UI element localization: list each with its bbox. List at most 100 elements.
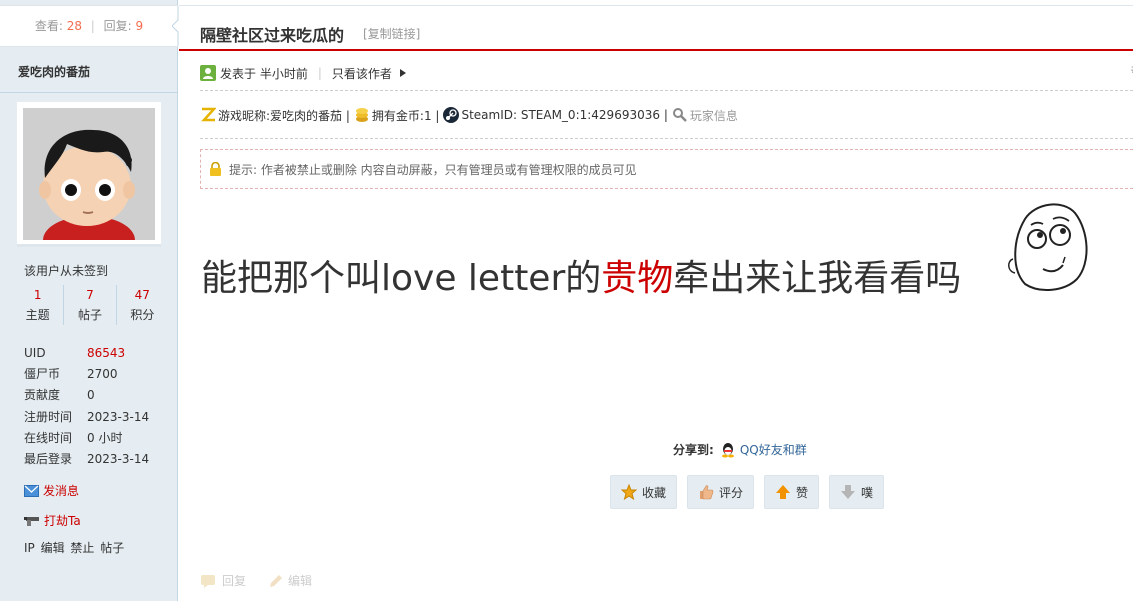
mail-icon (24, 485, 39, 497)
share-bar: 分享到: QQ好友和群 (673, 441, 807, 458)
count-value[interactable]: 7 (64, 285, 115, 305)
author-only-link[interactable]: 只看该作者 (332, 65, 392, 82)
lock-icon (210, 162, 221, 176)
favorite-button[interactable]: 收藏 (610, 475, 677, 509)
info-row-register: 注册时间 2023-3-14 (24, 407, 174, 428)
admin-links[interactable]: IP 编辑 禁止 帖子 (24, 539, 124, 556)
send-message-label[interactable]: 发消息 (43, 484, 79, 498)
post-main: 隔壁社区过来吃瓜的 [复制链接] 发表于 半小时前 | 只看该作者 # 游戏昵称… (179, 0, 1133, 601)
rate-label[interactable]: 评分 (719, 484, 743, 501)
count-threads[interactable]: 1 主题 (12, 285, 65, 325)
info-key: 最后登录 (24, 451, 73, 466)
copy-link-button[interactable]: [复制链接] (363, 25, 420, 42)
count-value[interactable]: 1 (12, 285, 63, 305)
info-key: UID (24, 346, 46, 360)
info-value: 2700 (87, 367, 118, 382)
pencil-icon (270, 574, 283, 587)
gold-coins-icon (355, 108, 368, 122)
avatar-frame[interactable] (17, 102, 161, 247)
thumbs-up-icon (700, 485, 714, 500)
replies-label: 回复: (103, 19, 132, 33)
author-counts: 1 主题 7 帖子 47 积分 (12, 285, 168, 325)
info-value: 0 (87, 388, 95, 403)
rate-button[interactable]: 评分 (687, 475, 754, 509)
edit-link[interactable]: 编辑 (288, 572, 312, 589)
count-value[interactable]: 47 (117, 285, 168, 305)
post-actions: 收藏 评分 赞 噗 (610, 475, 885, 509)
content-text-before: 能把那个叫love letter的 (201, 258, 602, 299)
game-info-bar: 游戏昵称:爱吃肉的番茄 | 拥有金币:1 | SteamID: STEAM_0:… (200, 103, 738, 127)
info-value: 2023-3-14 (87, 451, 150, 466)
player-info-link[interactable]: 玩家信息 (690, 107, 738, 124)
share-label: 分享到: (673, 443, 714, 457)
arrow-down-icon (841, 485, 856, 499)
author-info-list: UID 86543 僵尸币 2700 贡献度 0 注册时间 2023-3-14 … (24, 343, 174, 470)
posted-time: 半小时前 (259, 66, 308, 81)
hit-ta-label[interactable]: 打劫Ta (44, 514, 81, 528)
qq-icon (721, 442, 734, 457)
gun-icon (24, 517, 39, 526)
send-message-link[interactable]: 发消息 (24, 482, 79, 499)
dashed-divider (200, 138, 1133, 139)
share-qq-link[interactable]: QQ好友和群 (740, 441, 807, 458)
author-sidebar: 查看: 28 | 回复: 9 爱吃肉的番茄 该用户从未签到 1 主题 7 帖子 … (0, 0, 178, 601)
content-highlight: 贵物 (601, 258, 674, 299)
info-key: 贡献度 (24, 388, 61, 403)
views-label: 查看: (34, 19, 63, 33)
dashed-divider (200, 90, 1133, 91)
info-row-coins: 僵尸币 2700 (24, 364, 174, 385)
info-row-contribution: 贡献度 0 (24, 385, 174, 406)
info-value: 0 小时 (87, 430, 123, 445)
info-row-last-login: 最后登录 2023-3-14 (24, 449, 174, 470)
info-key: 在线时间 (24, 430, 73, 445)
checkin-status: 该用户从未签到 (24, 264, 109, 278)
sidebar-divider (0, 92, 178, 93)
count-points[interactable]: 47 积分 (117, 285, 168, 325)
blocked-notice: 提示: 作者被禁止或删除 内容自动屏蔽，只有管理员或有管理权限的成员可见 (200, 149, 1133, 189)
z-icon (201, 107, 216, 122)
reply-link[interactable]: 回复 (222, 572, 246, 589)
count-posts[interactable]: 7 帖子 (64, 285, 117, 325)
content-text-after: 牵出来让我看看吗 (673, 258, 962, 299)
info-value[interactable]: 86543 (87, 343, 125, 364)
info-key: 注册时间 (24, 409, 73, 424)
like-button[interactable]: 赞 (764, 475, 820, 509)
post-content: 能把那个叫love letter的贵物牵出来让我看看吗 (201, 249, 961, 301)
notice-text: 提示: 作者被禁止或删除 内容自动屏蔽，只有管理员或有管理权限的成员可见 (229, 162, 637, 177)
steam-icon (443, 107, 460, 123)
avatar[interactable] (23, 108, 155, 240)
arrow-right-icon (399, 69, 406, 77)
info-row-online: 在线时间 0 小时 (24, 428, 174, 449)
info-value: 2023-3-14 (87, 409, 150, 424)
game-nickname: 游戏昵称:爱吃肉的番茄 | (218, 108, 350, 123)
views-count: 28 (66, 19, 82, 33)
count-label[interactable]: 主题 (12, 305, 63, 325)
thread-stats: 查看: 28 | 回复: 9 (0, 5, 178, 47)
rage-face-meme-image (1008, 203, 1088, 291)
online-user-icon (200, 65, 216, 81)
replies-count: 9 (135, 19, 144, 33)
info-row-uid: UID 86543 (24, 343, 174, 364)
post-footer-actions: 回复 编辑 (200, 572, 312, 589)
posted-prefix: 发表于 (220, 66, 257, 81)
steam-id: SteamID: STEAM_0:1:429693036 | (461, 108, 668, 122)
thread-title-bar: 隔壁社区过来吃瓜的 [复制链接] (179, 5, 1133, 51)
search-icon (672, 108, 687, 122)
like-label[interactable]: 赞 (796, 484, 808, 501)
meta-divider: | (317, 66, 322, 80)
info-key: 僵尸币 (24, 367, 61, 382)
stats-divider: | (90, 19, 95, 33)
author-username[interactable]: 爱吃肉的番茄 (18, 63, 90, 80)
hit-ta-link[interactable]: 打劫Ta (24, 512, 81, 529)
count-label[interactable]: 帖子 (64, 305, 115, 325)
dislike-label[interactable]: 噗 (861, 484, 873, 501)
arrow-up-icon (776, 485, 790, 499)
count-label[interactable]: 积分 (117, 305, 168, 325)
gold-coins: 拥有金币:1 | (371, 108, 440, 123)
star-icon (621, 484, 637, 500)
thread-title: 隔壁社区过来吃瓜的 (200, 26, 345, 45)
reply-icon (201, 574, 215, 588)
dislike-button[interactable]: 噗 (829, 475, 885, 509)
post-meta: 发表于 半小时前 | 只看该作者 (200, 62, 408, 84)
favorite-label[interactable]: 收藏 (642, 484, 666, 501)
